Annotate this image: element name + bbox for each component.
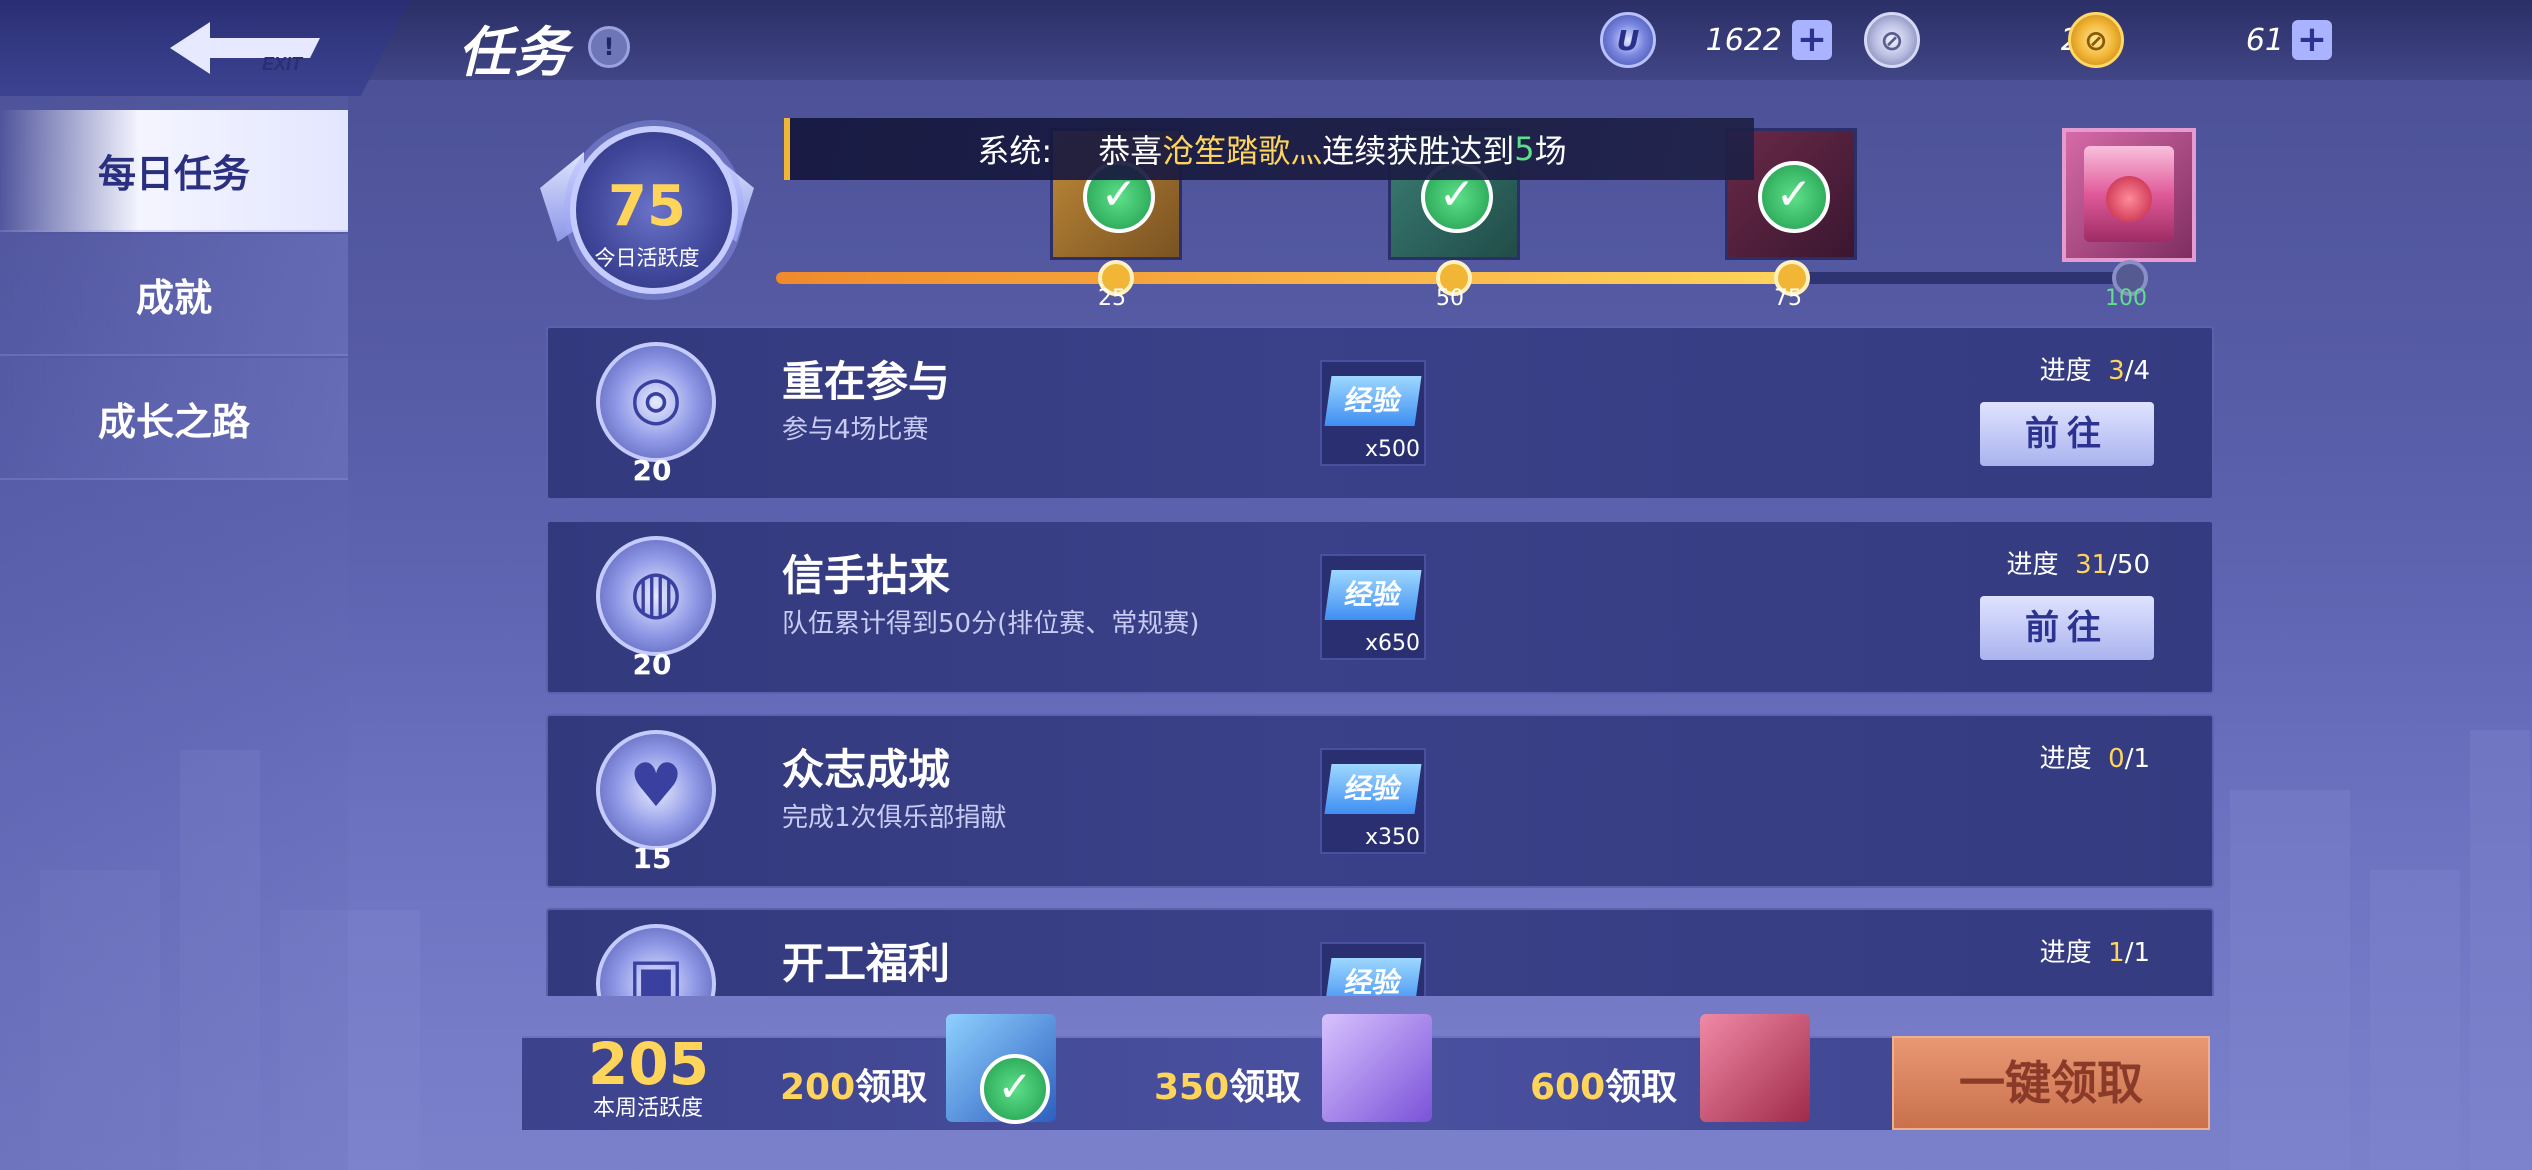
progress-current: 1 xyxy=(2108,938,2125,968)
go-button[interactable]: 前往 xyxy=(1980,596,2154,660)
task-progress: 进度 1/1 xyxy=(2040,932,2150,969)
progress-label: 进度 xyxy=(2006,550,2059,580)
task-title: 开工福利 xyxy=(782,939,951,988)
weekly-chest-350[interactable] xyxy=(1322,1014,1432,1122)
task-description: 参与4场比赛 xyxy=(782,415,929,445)
exp-reward-label: 经验 xyxy=(1324,376,1422,426)
weekly-activity-value: 205 xyxy=(588,1030,710,1098)
task-title: 信手拈来 xyxy=(782,551,951,600)
task-progress: 进度 31/50 xyxy=(2007,544,2150,581)
exp-reward-label: 经验 xyxy=(1324,764,1422,814)
claim-threshold: 600 xyxy=(1530,1067,1606,1108)
id-card-icon: ▣ xyxy=(596,924,716,996)
task-card: ♥ 15 众志成城 完成1次俱乐部捐献 经验 x350 进度 0/1 xyxy=(546,714,2214,888)
weekly-claim-200[interactable]: 200领取 xyxy=(780,1058,927,1110)
go-button[interactable]: 前往 xyxy=(1980,402,2154,466)
exp-reward-qty: x350 xyxy=(1364,825,1420,850)
task-title: 重在参与 xyxy=(782,357,951,406)
exp-reward: 经验 x350 xyxy=(1320,748,1426,854)
progress-total: /50 xyxy=(2108,550,2150,580)
claimed-check-icon: ✓ xyxy=(980,1054,1050,1124)
basketball-icon: ◎ xyxy=(596,342,716,462)
claim-all-button[interactable]: 一键领取 xyxy=(1892,1036,2210,1130)
task-card: ◍ 20 信手拈来 队伍累计得到50分(排位赛、常规赛) 经验 x650 进度 … xyxy=(546,520,2214,694)
progress-total: /1 xyxy=(2124,938,2150,968)
claim-label: 领取 xyxy=(1229,1067,1302,1108)
progress-current: 3 xyxy=(2108,356,2125,386)
task-points: 20 xyxy=(632,648,672,681)
task-description: 完成1次俱乐部捐献 xyxy=(782,803,1007,833)
progress-label: 进度 xyxy=(2039,938,2092,968)
progress-total: /1 xyxy=(2124,744,2150,774)
progress-label: 进度 xyxy=(2039,356,2092,386)
weekly-activity-label: 本周活跃度 xyxy=(592,1096,703,1121)
task-list: ◎ 20 重在参与 参与4场比赛 经验 x500 进度 3/4 前往 ◍ 20 … xyxy=(0,0,2532,996)
task-card: ◎ 20 重在参与 参与4场比赛 经验 x500 进度 3/4 前往 xyxy=(546,326,2214,500)
exp-reward: 经验 x650 xyxy=(1320,554,1426,660)
task-progress: 进度 0/1 xyxy=(2040,738,2150,775)
exp-reward-label: 经验 xyxy=(1324,570,1422,620)
claim-label: 领取 xyxy=(855,1067,928,1108)
weekly-chest-200[interactable]: ✓ xyxy=(946,1014,1056,1124)
progress-current: 0 xyxy=(2108,744,2125,774)
claim-threshold: 350 xyxy=(1154,1067,1230,1108)
task-progress: 进度 3/4 xyxy=(2040,350,2150,387)
task-points: 20 xyxy=(632,454,672,487)
exp-reward-qty: x500 xyxy=(1364,437,1420,462)
exp-reward-qty: x650 xyxy=(1364,631,1420,656)
exp-reward: 经验 xyxy=(1320,942,1426,996)
exp-reward-label: 经验 xyxy=(1324,958,1422,996)
basketball-hoop-icon: ◍ xyxy=(596,536,716,656)
weekly-claim-350[interactable]: 350领取 xyxy=(1154,1058,1301,1110)
task-title: 众志成城 xyxy=(782,745,951,794)
progress-label: 进度 xyxy=(2039,744,2092,774)
exp-reward: 经验 x500 xyxy=(1320,360,1426,466)
piggy-bank-icon: ♥ xyxy=(596,730,716,850)
weekly-chest-600[interactable] xyxy=(1700,1014,1810,1122)
task-card: ▣ 开工福利 经验 进度 1/1 xyxy=(546,908,2214,996)
claim-label: 领取 xyxy=(1605,1067,1678,1108)
task-description: 队伍累计得到50分(排位赛、常规赛) xyxy=(782,609,1200,639)
claim-threshold: 200 xyxy=(780,1067,856,1108)
progress-current: 31 xyxy=(2075,550,2109,580)
weekly-claim-600[interactable]: 600领取 xyxy=(1530,1058,1677,1110)
task-points: 15 xyxy=(632,842,672,875)
progress-total: /4 xyxy=(2124,356,2150,386)
